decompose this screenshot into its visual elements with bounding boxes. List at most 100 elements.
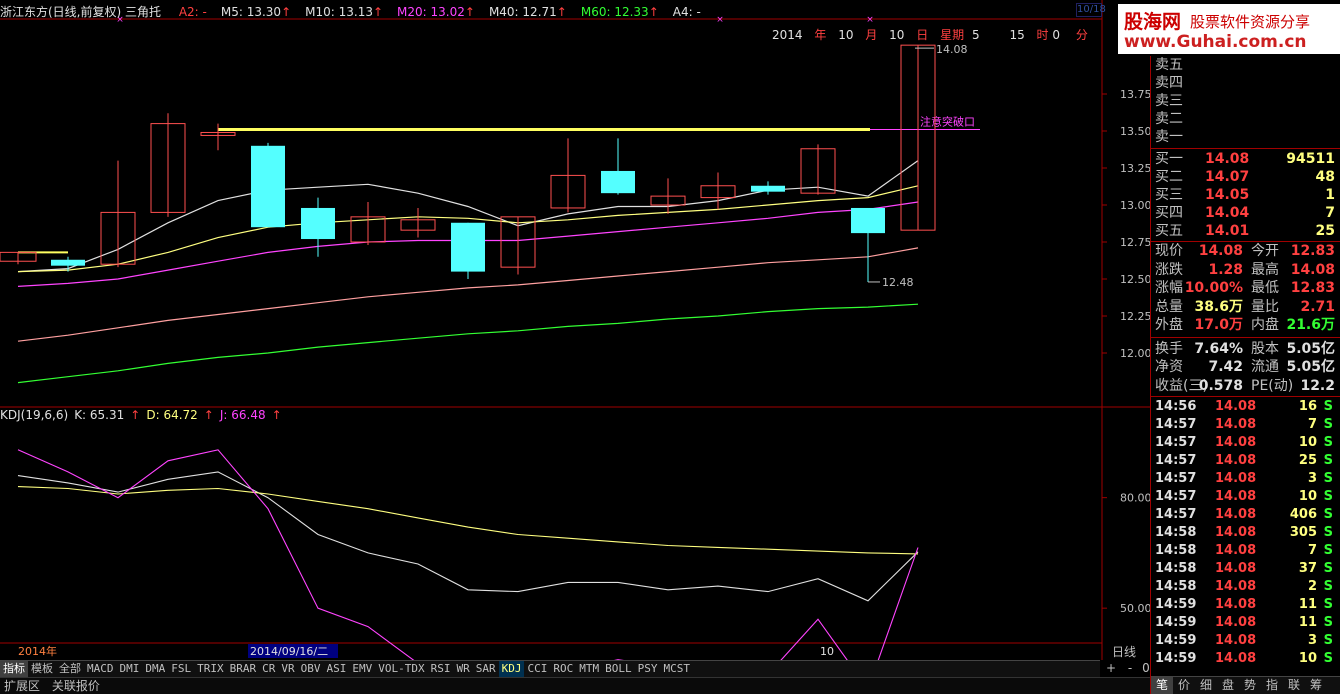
quote-label: 最高 [1251, 261, 1279, 278]
date-minute: 0 [1052, 28, 1061, 42]
tick-price: 14.08 [1215, 435, 1257, 450]
side-tab[interactable]: 指 [1261, 677, 1283, 694]
side-tab[interactable]: 细 [1195, 677, 1217, 694]
date-hour: 15 [1009, 28, 1025, 42]
quote-label: 内盘 [1251, 317, 1279, 333]
tick-time: 14:57 [1155, 471, 1197, 486]
tick-side: S [1323, 417, 1333, 432]
tick-volume: 10 [1298, 435, 1317, 450]
indicator-tab[interactable]: WR [453, 661, 472, 677]
stat-label: 换手 [1155, 340, 1183, 357]
date-month-unit: 月 [865, 28, 878, 42]
extension-area-tab[interactable]: 扩展区 [0, 679, 44, 693]
buy-price: 14.04 [1205, 205, 1250, 221]
side-tab[interactable]: 盘 [1217, 677, 1239, 694]
tick-volume: 11 [1298, 597, 1317, 612]
indicator-tab[interactable]: 指标 [0, 661, 28, 677]
candle-down [251, 145, 285, 228]
tick-side: S [1323, 471, 1333, 486]
tick-row: 14:58 14.08 37 S [1155, 560, 1339, 578]
buy-price: 14.01 [1205, 223, 1250, 239]
indicator-tab[interactable]: MACD [84, 661, 117, 677]
date-minute-unit: 分 [1075, 28, 1088, 42]
side-tab[interactable]: 势 [1239, 677, 1261, 694]
side-tab[interactable]: 联 [1283, 677, 1305, 694]
indicator-header: 浙江东方(日线,前复权) 三角托 A2: - M5: 13.30↑ M10: 13.… [0, 3, 701, 19]
up-arrow-icon: ↑ [372, 5, 384, 19]
indicator-tab[interactable]: BRAR [227, 661, 260, 677]
indicator-tab[interactable]: KDJ [498, 661, 525, 677]
tick-volume: 305 [1289, 525, 1317, 540]
tick-row: 14:57 14.08 406 S [1155, 506, 1339, 524]
date-line: 2014 年 10 月 10 日 星期 5 15 时 0 分 [772, 28, 1088, 42]
chart-area[interactable]: 13.7513.5013.2513.0012.7512.5012.2512.00… [0, 0, 1340, 694]
indicator-tab[interactable]: CR [259, 661, 278, 677]
tick-volume: 37 [1298, 561, 1317, 576]
indicator-tab[interactable]: ROC [550, 661, 576, 677]
zoom-reset-button[interactable]: 0 [1142, 661, 1150, 675]
tick-volume: 3 [1307, 471, 1317, 486]
indicator-tab[interactable]: RSI [428, 661, 454, 677]
indicator-tab[interactable]: CCI [524, 661, 550, 677]
tick-side: S [1323, 543, 1333, 558]
tick-row: 14:58 14.08 7 S [1155, 542, 1339, 560]
tick-time: 14:58 [1155, 525, 1197, 540]
up-arrow-icon: ↑ [281, 5, 292, 19]
buy-row: 买四 14.04 7 [1155, 204, 1339, 222]
tick-row: 14:57 14.08 10 S [1155, 434, 1339, 452]
quote-value: 14.08 [1198, 243, 1243, 259]
side-tab[interactable]: 笔 [1151, 677, 1173, 694]
candle-down [751, 185, 785, 192]
quote-value: 2.71 [1300, 298, 1335, 315]
zoom-out-button[interactable]: - [1128, 661, 1132, 675]
stock-title: 浙江东方(日线,前复权) 三角托 [0, 5, 161, 19]
ticks-divider [1151, 396, 1340, 397]
stats-divider [1151, 336, 1340, 338]
date-month: 10 [838, 28, 854, 42]
zoom-in-button[interactable]: + [1106, 661, 1116, 675]
tick-volume: 25 [1298, 453, 1317, 468]
kdj-y-tick-label: 50.00 [1120, 602, 1152, 615]
indicator-tab[interactable]: SAR [473, 661, 499, 677]
indicator-tab[interactable]: DMI [117, 661, 143, 677]
indicator-tab[interactable]: MTM [576, 661, 602, 677]
indicator-tab[interactable]: 模板 [28, 661, 56, 677]
stat-label: 净资 [1155, 359, 1183, 375]
date-year: 2014 [772, 28, 803, 42]
indicator-tab[interactable]: PSY [635, 661, 661, 677]
related-quote-tab[interactable]: 关联报价 [48, 679, 104, 693]
y-tick-label: 13.50 [1120, 125, 1152, 138]
indicator-value: A2: - [178, 5, 207, 19]
indicator-tab[interactable]: TRIX [194, 661, 227, 677]
kdj-y-tick-label: 80.00 [1120, 492, 1152, 505]
indicator-tab[interactable]: OBV [298, 661, 324, 677]
tick-side: S [1323, 435, 1333, 450]
stat-row: 收益(三) 0.578 PE(动) 12.2 [1155, 377, 1339, 395]
watermark-url: www.Guhai.com.cn [1124, 32, 1307, 52]
corner-box[interactable]: 10/18 [1076, 3, 1106, 17]
quote-label: 今开 [1251, 243, 1279, 259]
period-label: 日线 [1112, 645, 1137, 659]
y-tick-label: 12.75 [1120, 236, 1152, 249]
sell-level-label: 卖四 [1155, 75, 1183, 91]
indicator-tab[interactable]: VOL-TDX [375, 661, 427, 677]
indicator-tab[interactable]: 全部 [56, 661, 84, 677]
indicator-tab[interactable]: DMA [142, 661, 168, 677]
date-day: 10 [889, 28, 905, 42]
tick-price: 14.08 [1215, 399, 1257, 414]
tick-time: 14:57 [1155, 435, 1197, 450]
indicator-tab[interactable]: ASI [324, 661, 350, 677]
indicator-tab[interactable]: MCST [660, 661, 693, 677]
side-tab[interactable]: 价 [1173, 677, 1195, 694]
side-tab[interactable]: 筹 [1305, 677, 1327, 694]
indicator-tab[interactable]: VR [278, 661, 297, 677]
indicator-tab[interactable]: EMV [349, 661, 375, 677]
sell-level-label: 卖二 [1155, 111, 1183, 127]
buy-volume: 7 [1325, 205, 1335, 221]
indicator-tab[interactable]: BOLL [602, 661, 635, 677]
tick-time: 14:57 [1155, 417, 1197, 432]
kdj-legend-item: K: 65.31 [74, 408, 125, 422]
tick-side: S [1323, 489, 1333, 504]
indicator-tab[interactable]: FSL [168, 661, 194, 677]
tick-row: 14:57 14.08 3 S [1155, 470, 1339, 488]
